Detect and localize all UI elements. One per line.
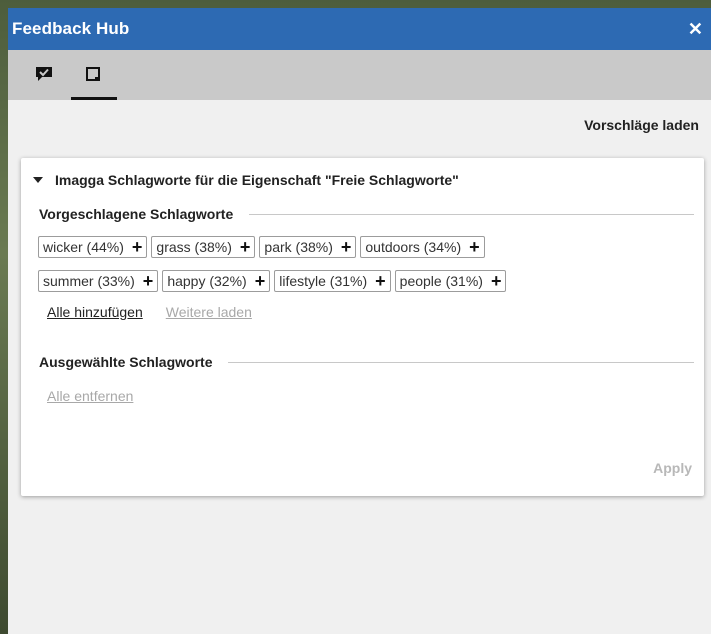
load-suggestions-button[interactable]: Vorschläge laden (584, 117, 699, 133)
tag-chip[interactable]: grass (38%) + (151, 236, 256, 258)
suggested-tags-section: Vorgeschlagene Schlagworte (39, 206, 694, 222)
suggested-tags-row-1: wicker (44%) + grass (38%) + park (38%) + o… (38, 236, 658, 258)
tag-chip-label: outdoors (34%) (365, 239, 462, 255)
tag-list-icon (86, 67, 100, 81)
section-divider (249, 213, 694, 215)
load-more-link[interactable]: Weitere laden (166, 304, 252, 320)
suggested-tags-row-2: summer (33%) + happy (32%) + lifestyle (31… (38, 270, 658, 292)
add-icon[interactable]: + (240, 238, 251, 256)
tab-feedback[interactable] (22, 58, 66, 90)
remove-all-link[interactable]: Alle entfernen (47, 388, 133, 404)
tag-chip[interactable]: summer (33%) + (38, 270, 159, 292)
tag-chip[interactable]: people (31%) + (394, 270, 507, 292)
close-icon[interactable]: ✕ (688, 20, 703, 38)
add-icon[interactable]: + (132, 238, 143, 256)
selected-tags-section: Ausgewählte Schlagworte (39, 354, 694, 370)
tag-chip-label: summer (33%) (43, 273, 135, 289)
card-header-toggle[interactable]: Imagga Schlagworte für die Eigenschaft "… (33, 172, 459, 188)
feedback-hub-panel: Feedback Hub ✕ Vorschläge laden Imagga S… (8, 8, 711, 634)
suggested-tags-label: Vorgeschlagene Schlagworte (39, 206, 234, 222)
selected-tags-label: Ausgewählte Schlagworte (39, 354, 213, 370)
tag-chip-label: wicker (44%) (43, 239, 124, 255)
card-title: Imagga Schlagworte für die Eigenschaft "… (55, 172, 459, 188)
add-icon[interactable]: + (375, 272, 386, 290)
tab-bar (8, 50, 711, 100)
window-title: Feedback Hub (12, 19, 130, 38)
tag-chip-label: park (38%) (264, 239, 333, 255)
section-divider (228, 361, 694, 363)
add-icon[interactable]: + (341, 238, 352, 256)
selected-actions: Alle entfernen (47, 388, 133, 404)
caret-down-icon (33, 177, 43, 183)
tag-chip[interactable]: wicker (44%) + (38, 236, 148, 258)
add-icon[interactable]: + (255, 272, 266, 290)
tag-chip-label: people (31%) (399, 273, 483, 289)
tag-chip[interactable]: happy (32%) + (162, 270, 271, 292)
add-all-link[interactable]: Alle hinzufügen (47, 304, 143, 320)
tag-chip-label: happy (32%) (167, 273, 247, 289)
feedback-check-icon (36, 67, 52, 81)
tag-chip[interactable]: park (38%) + (259, 236, 357, 258)
add-icon[interactable]: + (143, 272, 154, 290)
tab-tags[interactable] (71, 58, 117, 100)
add-icon[interactable]: + (491, 272, 502, 290)
tag-chip[interactable]: outdoors (34%) + (360, 236, 485, 258)
title-bar: Feedback Hub ✕ (8, 8, 711, 50)
tag-chip-label: grass (38%) (156, 239, 232, 255)
suggested-actions: Alle hinzufügen Weitere laden (47, 304, 252, 320)
add-icon[interactable]: + (469, 238, 480, 256)
imagga-tags-card: Imagga Schlagworte für die Eigenschaft "… (21, 158, 704, 496)
tag-chip[interactable]: lifestyle (31%) + (274, 270, 391, 292)
tag-chip-label: lifestyle (31%) (279, 273, 368, 289)
apply-button[interactable]: Apply (653, 460, 692, 476)
toolbar: Vorschläge laden (8, 100, 711, 150)
